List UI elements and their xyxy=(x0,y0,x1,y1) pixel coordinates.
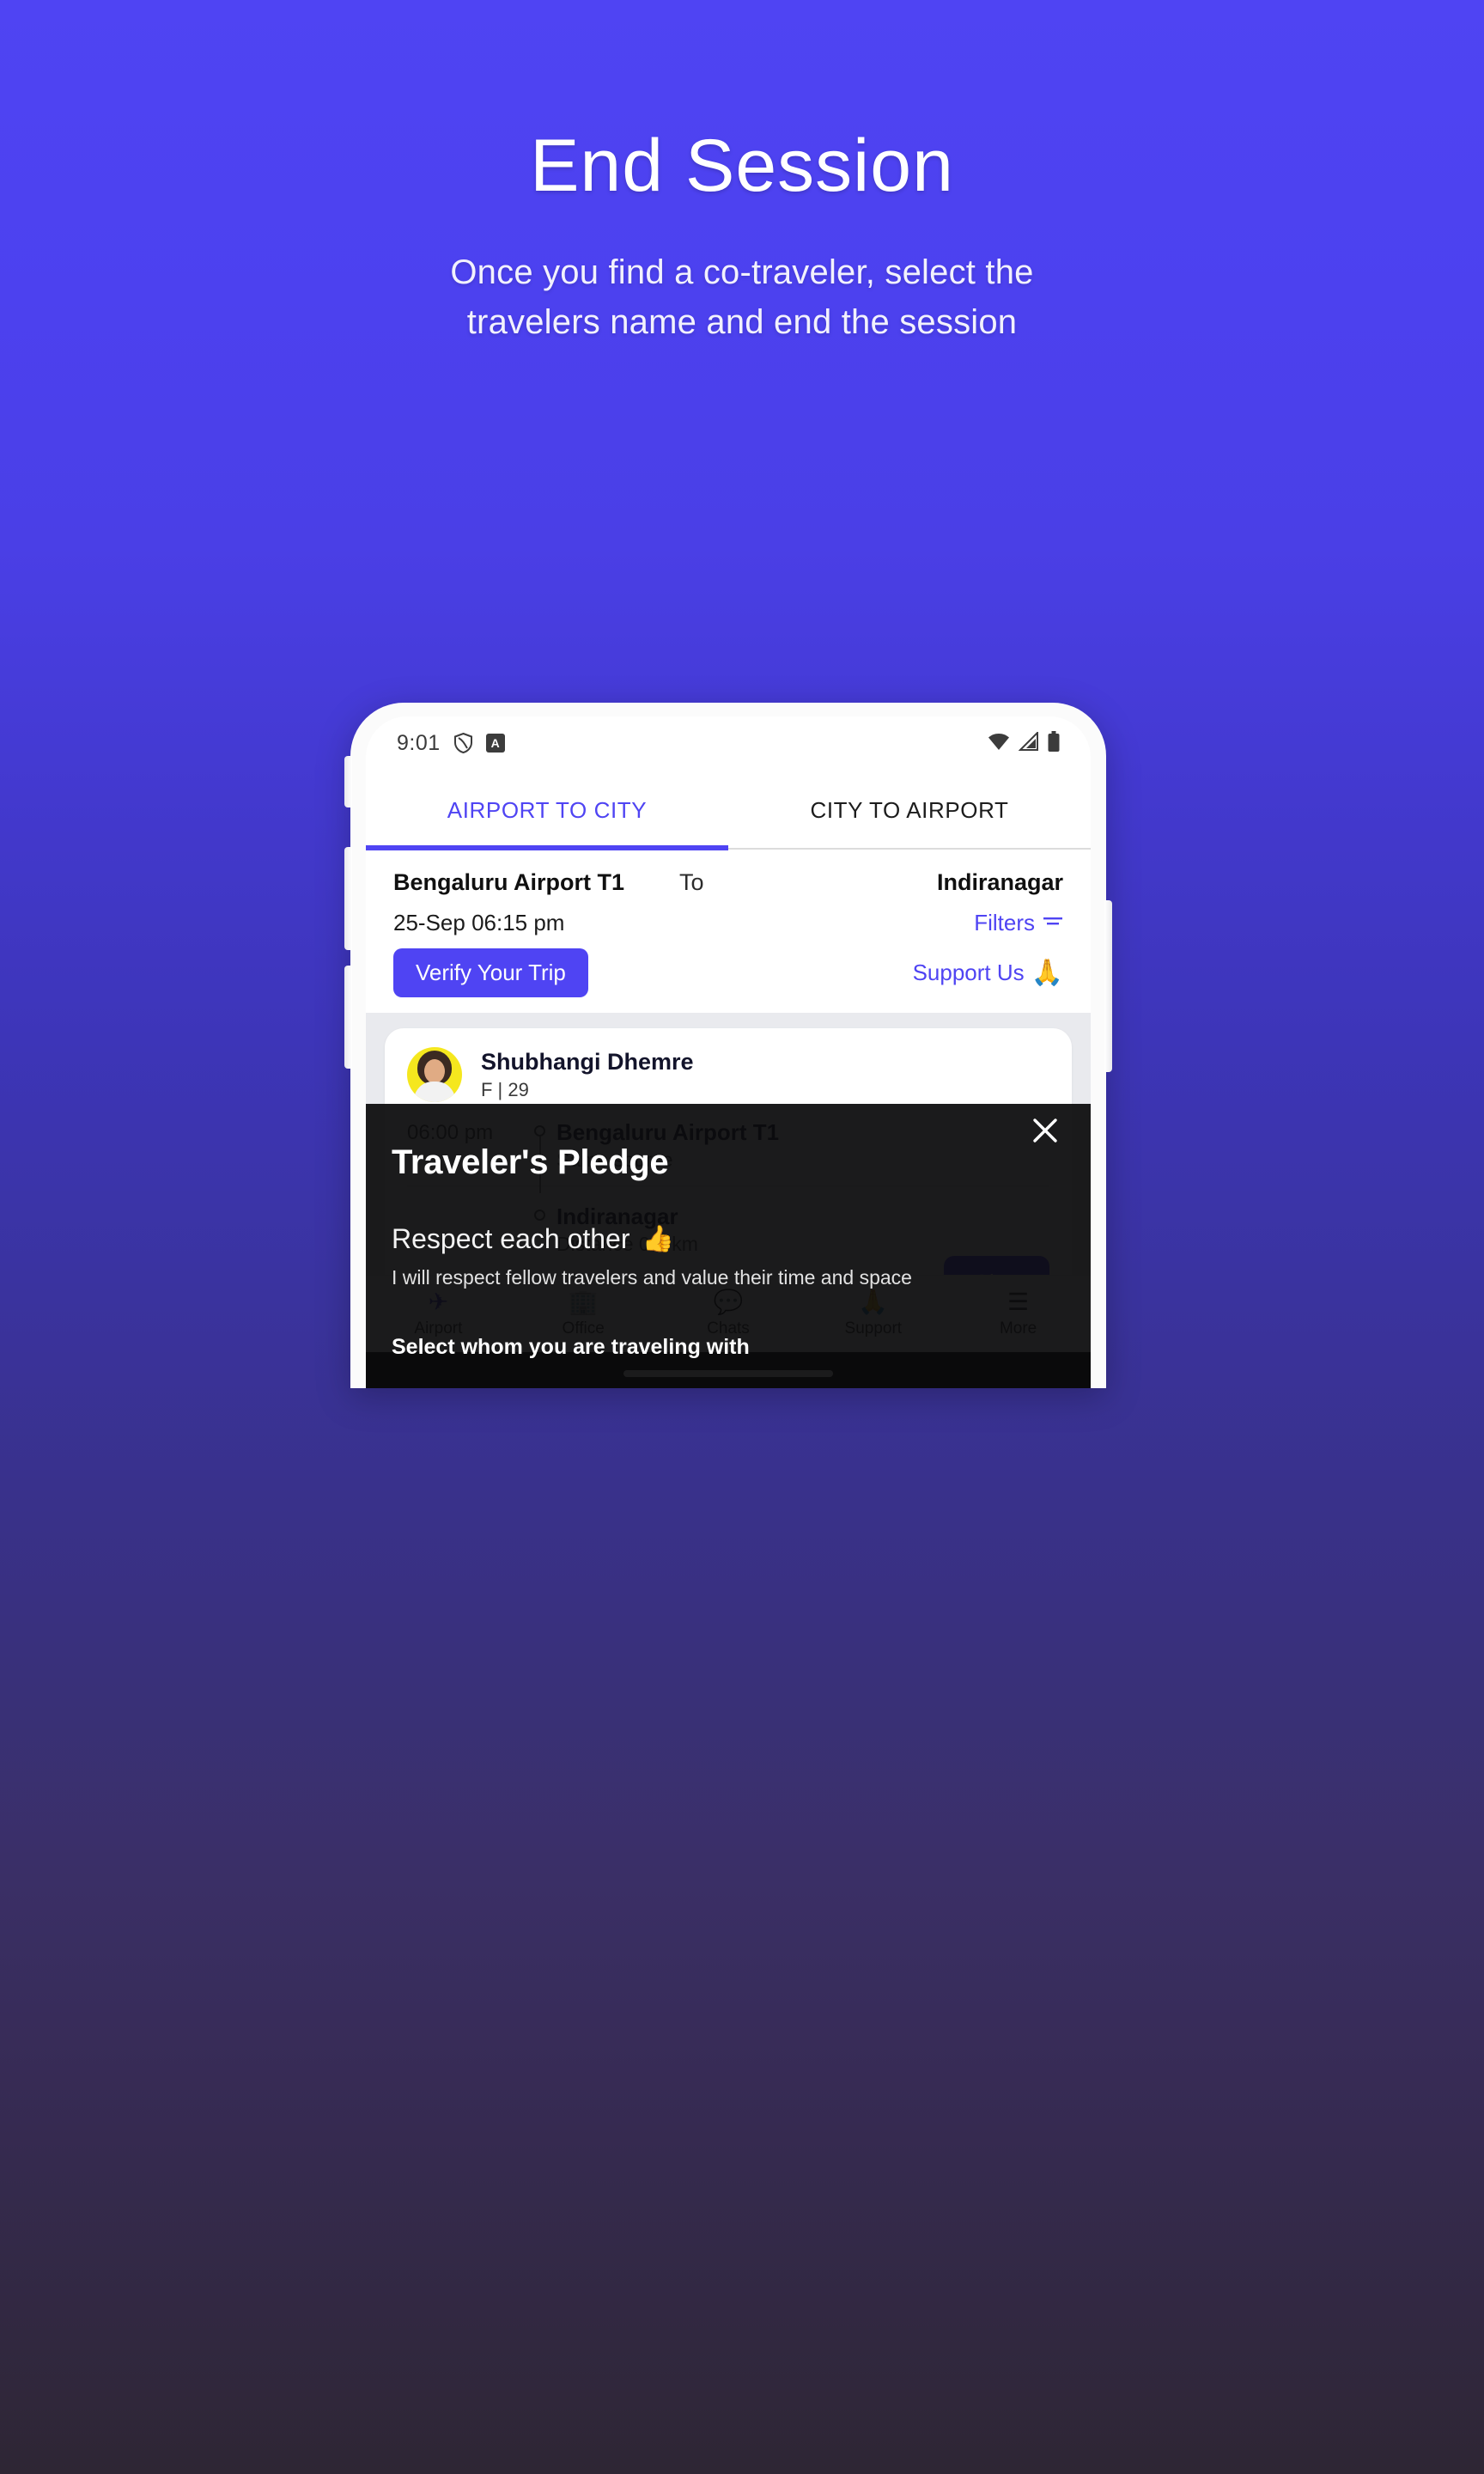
trip-route-row: Bengaluru Airport T1 To Indiranagar xyxy=(393,869,1063,896)
folded-hands-icon: 🙏 xyxy=(1031,958,1063,987)
wifi-icon xyxy=(988,732,1010,755)
promo-header: End Session Once you find a co-traveler,… xyxy=(0,0,1484,347)
trip-action-row: Verify Your Trip Support Us 🙏 xyxy=(393,948,1063,997)
status-bar: 9:01 A xyxy=(366,716,1091,770)
traveler-select-dropdown[interactable]: Shubhangi Dhemre xyxy=(392,1387,1065,1388)
subtitle-line-2: travelers name and end the session xyxy=(466,303,1018,342)
tab-active-indicator xyxy=(366,845,728,850)
subtitle-line-1: Once you find a co-traveler, select the xyxy=(450,253,1034,292)
phone-side-button-power xyxy=(1104,900,1112,1072)
status-time: 9:01 xyxy=(397,730,441,755)
a-badge-icon: A xyxy=(485,734,505,753)
traveler-name: Shubhangi Dhemre xyxy=(481,1048,694,1075)
page-subtitle: Once you find a co-traveler, select the … xyxy=(0,247,1484,347)
modal-title: Traveler's Pledge xyxy=(392,1143,669,1181)
filters-label: Filters xyxy=(974,910,1035,935)
support-us-link[interactable]: Support Us 🙏 xyxy=(913,960,1063,986)
trip-meta-row: 25-Sep 06:15 pm Filters xyxy=(393,910,1063,936)
status-bar-left: 9:01 A xyxy=(397,731,505,756)
phone-side-button-mute xyxy=(344,756,352,807)
phone-side-button-volume-up xyxy=(344,847,352,950)
selected-traveler-value: Shubhangi Dhemre xyxy=(392,1387,614,1388)
pledge-heading-row: Respect each other 👍 xyxy=(392,1223,1065,1255)
pledge-heading: Respect each other xyxy=(392,1223,630,1254)
trip-datetime: 25-Sep 06:15 pm xyxy=(393,910,565,935)
trip-to-label: To xyxy=(679,869,704,895)
page-title: End Session xyxy=(530,125,954,207)
trip-destination: Indiranagar xyxy=(936,869,1063,895)
trip-summary: Bengaluru Airport T1 To Indiranagar 25-S… xyxy=(366,850,1091,1013)
trip-direction-tabs: AIRPORT TO CITY CITY TO AIRPORT xyxy=(366,770,1091,850)
signal-icon xyxy=(1018,730,1039,755)
trip-source: Bengaluru Airport T1 xyxy=(393,869,625,895)
filter-icon xyxy=(1043,910,1063,936)
travelers-pledge-modal: Traveler's Pledge Respect each other 👍 I… xyxy=(366,1104,1091,1388)
status-bar-right xyxy=(988,730,1060,756)
select-traveler-label: Select whom you are traveling with xyxy=(392,1334,750,1359)
close-icon[interactable] xyxy=(1031,1116,1060,1145)
phone-side-button-volume-down xyxy=(344,966,352,1069)
pledge-section: Respect each other 👍 I will respect fell… xyxy=(392,1223,1065,1294)
battery-icon xyxy=(1048,730,1060,756)
pledge-body: I will respect fellow travelers and valu… xyxy=(392,1266,912,1289)
traveler-meta: F | 29 xyxy=(481,1078,529,1100)
phone-mockup: 9:01 A AIRPORT TO CITY CITY TO AIRPORT B… xyxy=(344,703,1112,1388)
verify-trip-button[interactable]: Verify Your Trip xyxy=(393,948,588,997)
traveler-card-header: Shubhangi Dhemre F | 29 xyxy=(407,1047,1049,1102)
filters-button[interactable]: Filters xyxy=(974,910,1063,936)
avatar xyxy=(407,1047,462,1102)
tab-city-to-airport[interactable]: CITY TO AIRPORT xyxy=(728,797,1091,824)
thumbs-up-icon: 👍 xyxy=(642,1224,674,1253)
shield-icon xyxy=(453,732,472,754)
tab-airport-to-city[interactable]: AIRPORT TO CITY xyxy=(366,797,728,824)
phone-screen: 9:01 A AIRPORT TO CITY CITY TO AIRPORT B… xyxy=(366,716,1091,1388)
support-us-label: Support Us xyxy=(912,960,1025,985)
